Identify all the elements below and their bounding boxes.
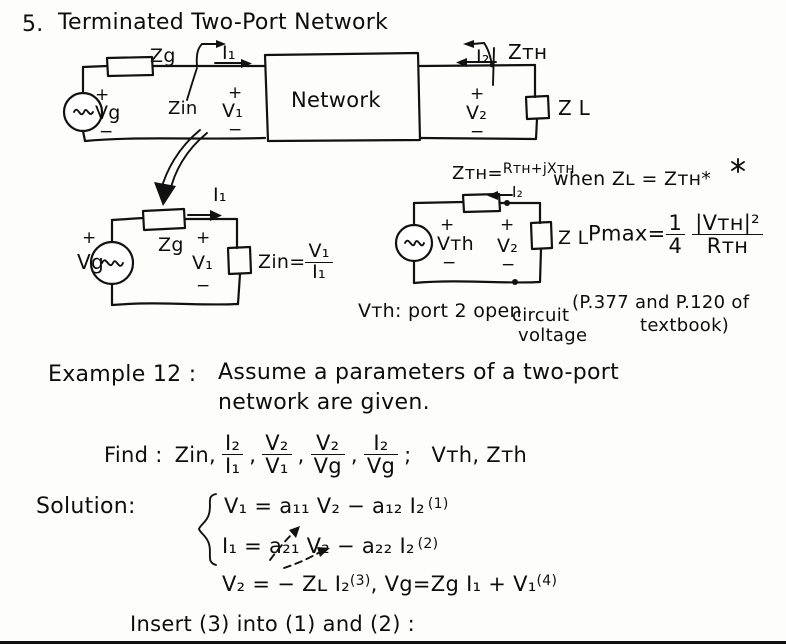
find-ratio-4-numerator: I₂	[373, 431, 389, 455]
v1-label-left: V₁	[192, 252, 214, 274]
find-zin: Zin,	[174, 442, 216, 467]
pmax-quarter-fraction: 14	[665, 211, 686, 257]
zin-denominator: I₁	[305, 261, 333, 283]
find-tail: Vтh, Zтh	[431, 442, 528, 467]
v2-label: V₂	[466, 102, 488, 124]
find-ratio-1-numerator: I₂	[224, 431, 241, 455]
find-ratio-4: I₂ Vg	[363, 431, 399, 477]
vg-plus-sign-left: +	[82, 228, 97, 248]
solution-equation-3b-tag: (4)	[536, 573, 558, 589]
zin-equation-left: Zin= V₁ I₁	[258, 240, 333, 283]
find-ratio-4-denominator: Vg	[363, 454, 399, 477]
zg-label-left: Zg	[158, 234, 184, 256]
solution-equation-3b-text: , Vg=Zg I₁ + V₁	[370, 572, 537, 596]
find-separator-3: ,	[350, 442, 358, 467]
find-ratio-3-numerator: V₂	[316, 431, 340, 455]
vth-definition-note-line3: voltage	[518, 325, 588, 346]
figure-terminated-two-port: Zg I₁ + Vg − Zin + V₁ − Network I₂ Zтн +…	[0, 40, 786, 150]
pmax-quarter-numerator: 1	[668, 211, 683, 235]
example-heading: Example 12 :	[48, 362, 197, 387]
pmax-label: Pmax=	[588, 221, 666, 246]
page-title: Terminated Two-Port Network	[58, 10, 389, 35]
vth-plus-sign: +	[440, 215, 455, 235]
solution-equation-3a-tag: (3)	[349, 573, 371, 589]
v2-minus-sign-right: −	[501, 255, 516, 275]
pmax-denominator: Rтн	[692, 234, 763, 257]
find-line: Find : Zin, I₂ I₁ , V₂ V₁ , V₂ Vg , I₂ Vg ; …	[104, 432, 527, 477]
vg-label: Vg	[95, 102, 121, 124]
solution-heading: Solution:	[36, 494, 136, 519]
conjugate-asterisk-icon	[731, 158, 745, 173]
matching-condition-note: when Zʟ = Zтн*	[553, 168, 712, 190]
find-ratio-3-denominator: Vg	[310, 454, 345, 477]
find-ratio-2: V₂ V₁	[262, 431, 292, 477]
solution-equation-3: V₂ = − Zʟ I₂(3), Vg=Zg I₁ + V₁(4)	[222, 572, 557, 596]
top-circuit-strokes	[62, 40, 551, 143]
zth-label-top: Zтн	[508, 40, 548, 64]
zl-label-top: Z L	[558, 96, 591, 120]
example-statement-line1: Assume a parameters of a two-port	[218, 360, 620, 385]
pmax-quarter-denominator: 4	[665, 234, 686, 257]
textbook-reference-line1: (P.377 and P.120 of	[572, 292, 750, 313]
find-ratio-2-numerator: V₂	[265, 431, 289, 455]
zl-label-right: Z L	[558, 227, 589, 249]
v2-minus-sign: −	[470, 122, 485, 142]
vg-label-left: Vg	[77, 250, 104, 274]
handwritten-notes-page: 5. Terminated Two-Port Network Zg I₁ + V…	[0, 0, 786, 644]
figure-input-impedance: I₁ + Vg Zg + V₁ − Zin= V₁ I₁	[0, 184, 390, 320]
find-separator-2: ,	[297, 442, 305, 467]
vth-definition-note-line2: circuit	[512, 305, 570, 326]
equation-brace-icon	[198, 493, 217, 566]
find-ratio-1-denominator: I₁	[221, 454, 244, 477]
v2-plus-sign: +	[470, 84, 485, 104]
network-block-label: Network	[291, 88, 381, 112]
zin-fraction: V₁ I₁	[305, 240, 333, 283]
example-statement-line2: network are given.	[218, 390, 430, 415]
textbook-reference-line2: textbook)	[640, 315, 730, 336]
section-number: 5.	[22, 12, 44, 37]
pmax-main-fraction: |Vтн|² Rтн	[692, 212, 763, 257]
find-separator-1: ,	[249, 442, 257, 467]
pmax-formula: Pmax= 1 4 |Vтн|² Rтн	[588, 212, 763, 257]
zin-numerator: V₁	[308, 240, 330, 262]
solution-equation-1-tag: (1)	[427, 496, 449, 512]
v2-plus-sign-right: +	[500, 215, 515, 235]
find-separator-4: ;	[404, 442, 412, 467]
v1-label: V₁	[222, 100, 244, 122]
vth-minus-sign: −	[442, 253, 457, 273]
solution-closing-line: Insert (3) into (1) and (2) :	[130, 612, 416, 636]
v1-minus-sign-left: −	[196, 276, 211, 296]
find-ratio-3: V₂ Vg	[310, 431, 345, 477]
substitution-arrows-icon	[269, 526, 330, 569]
solution-equation-3a-text: V₂ = − Zʟ I₂	[222, 572, 350, 596]
solution-equation-2-tag: (2)	[417, 536, 439, 552]
zin-label: Zin	[168, 98, 198, 119]
vth-label: Vтh	[437, 233, 475, 255]
v2-label-right: V₂	[497, 235, 519, 257]
vg-minus-sign: −	[99, 122, 114, 142]
i2-label: I₂	[476, 46, 490, 68]
find-ratio-1: I₂ I₁	[221, 431, 244, 477]
pmax-numerator: |Vтн|²	[695, 211, 760, 235]
vth-definition-note-line1: Vтh: port 2 open	[358, 300, 522, 322]
v1-plus-sign-left: +	[196, 228, 211, 248]
zin-equation-lhs: Zin=	[258, 250, 306, 273]
find-label: Find :	[104, 442, 163, 467]
find-ratio-2-denominator: V₁	[262, 454, 292, 477]
